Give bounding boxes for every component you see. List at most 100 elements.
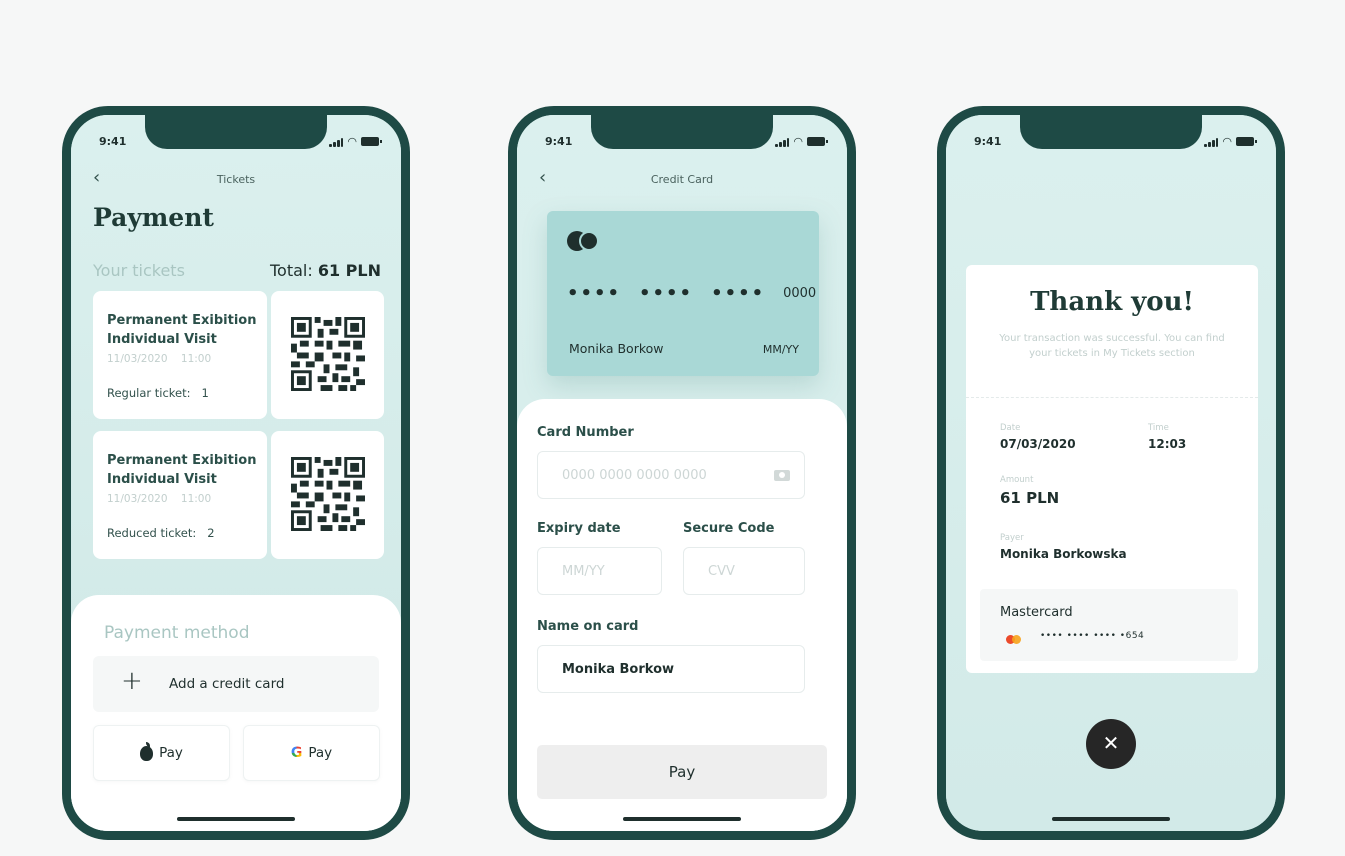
name-on-card-input[interactable] — [538, 646, 804, 692]
date-label: Date — [1000, 423, 1021, 433]
payment-method-box: Mastercard •••• •••• •••• •654 — [980, 589, 1238, 661]
add-credit-card-button[interactable]: + Add a credit card — [93, 656, 379, 712]
wifi-icon: ◠ — [347, 135, 357, 148]
ticket-card[interactable]: Permanent Exibition Individual Visit 11/… — [93, 291, 384, 419]
ticket-main: Permanent Exibition Individual Visit 11/… — [93, 291, 267, 419]
name-field-wrap — [537, 645, 805, 693]
google-pay-label: Pay — [308, 745, 333, 761]
payer-label: Payer — [1000, 533, 1024, 543]
signal-icon — [775, 137, 790, 147]
card-dots: •••• — [711, 283, 766, 304]
your-tickets-label: Your tickets — [93, 261, 185, 280]
battery-icon — [807, 137, 828, 146]
thank-you-title: Thank you! — [1030, 287, 1194, 317]
card-dots: •••• — [639, 283, 694, 304]
credit-card-preview: •••• •••• •••• 0000 Monika Borkow MM/YY — [547, 211, 819, 376]
ticket-date: 11/03/2020 — [107, 353, 168, 365]
phone-payment: 9:41 ◠ ‹ Tickets Payment Your tickets To… — [62, 106, 410, 840]
card-dots: •••• — [567, 283, 622, 304]
plus-icon: + — [121, 666, 143, 696]
battery-icon — [1236, 137, 1257, 146]
notch — [591, 115, 773, 149]
success-message: Your transaction was successful. You can… — [999, 333, 1225, 359]
pay-button[interactable]: Pay — [537, 745, 827, 799]
cvv-input[interactable] — [684, 548, 804, 594]
confirmation-screen: 9:41 ◠ Thank you! Your transaction was s… — [946, 115, 1276, 831]
status-icons: ◠ — [775, 135, 828, 148]
notch — [1020, 115, 1202, 149]
notch — [145, 115, 327, 149]
home-indicator — [1052, 817, 1170, 821]
battery-icon — [361, 137, 382, 146]
amount-label: Amount — [1000, 475, 1034, 485]
masked-card-number: •••• •••• •••• •654 — [1040, 631, 1145, 641]
status-time: 9:41 — [99, 135, 127, 148]
phone-credit-card: 9:41 ◠ ‹ Credit Card •••• •••• •••• 0000… — [508, 106, 856, 840]
home-indicator — [177, 817, 295, 821]
qr-code-icon — [291, 457, 365, 531]
ticket-stub — [271, 431, 384, 559]
name-on-card-label: Name on card — [537, 619, 639, 634]
ticket-main: Permanent Exibition Individual Visit 11/… — [93, 431, 267, 559]
status-icons: ◠ — [329, 135, 382, 148]
home-indicator — [623, 817, 741, 821]
card-number-field-wrap — [537, 451, 805, 499]
payment-screen: 9:41 ◠ ‹ Tickets Payment Your tickets To… — [71, 115, 401, 831]
google-icon: G — [290, 745, 303, 761]
total-value: 61 PLN — [317, 261, 381, 280]
secure-code-label: Secure Code — [683, 521, 775, 536]
ticket-date: 11/03/2020 — [107, 493, 168, 505]
status-icons: ◠ — [1204, 135, 1257, 148]
card-number-label: Card Number — [537, 425, 634, 440]
expiry-field-wrap — [537, 547, 662, 595]
time-value: 12:03 — [1148, 437, 1187, 451]
ticket-time: 11:00 — [180, 353, 212, 365]
ticket-type: Regular ticket: 1 — [107, 386, 209, 400]
camera-icon[interactable] — [774, 470, 790, 481]
total-amount: Total: 61 PLN — [270, 261, 381, 280]
close-icon: ✕ — [1102, 733, 1120, 755]
signal-icon — [329, 137, 344, 147]
ticket-card[interactable]: Permanent Exibition Individual Visit 11/… — [93, 431, 384, 559]
method-name: Mastercard — [1000, 605, 1073, 620]
page-title: Payment — [93, 203, 214, 232]
receipt-card: Thank you! Your transaction was successf… — [966, 265, 1258, 673]
date-value: 07/03/2020 — [1000, 437, 1076, 451]
total-prefix: Total: — [270, 261, 318, 280]
time-label: Time — [1148, 423, 1169, 433]
mastercard-icon — [1006, 635, 1022, 645]
payment-method-sheet: Payment method + Add a credit card Pay G… — [71, 595, 401, 831]
nav-title: Credit Card — [650, 173, 714, 186]
mastercard-icon — [567, 231, 603, 253]
ticket-type: Reduced ticket: 2 — [107, 526, 215, 540]
status-time: 9:41 — [974, 135, 1002, 148]
apple-pay-label: Pay — [159, 745, 183, 761]
expiry-date-label: Expiry date — [537, 521, 621, 536]
wifi-icon: ◠ — [793, 135, 803, 148]
apple-pay-button[interactable]: Pay — [93, 725, 230, 781]
google-pay-button[interactable]: G Pay — [243, 725, 380, 781]
ticket-type-label: Reduced ticket: — [107, 526, 197, 540]
status-time: 9:41 — [545, 135, 573, 148]
cvv-field-wrap — [683, 547, 805, 595]
card-number-input[interactable] — [538, 452, 804, 498]
expiry-input[interactable] — [538, 548, 661, 594]
nav-title: Tickets — [216, 173, 256, 186]
ticket-stub — [271, 291, 384, 419]
credit-card-screen: 9:41 ◠ ‹ Credit Card •••• •••• •••• 0000… — [517, 115, 847, 831]
close-button[interactable]: ✕ — [1086, 719, 1136, 769]
ticket-datetime: 11/03/2020 11:00 — [107, 353, 211, 365]
signal-icon — [1204, 137, 1219, 147]
card-holder-name: Monika Borkow — [569, 341, 664, 356]
add-card-label: Add a credit card — [169, 676, 285, 692]
ticket-quantity: 1 — [201, 386, 209, 400]
apple-icon — [140, 741, 154, 761]
ticket-type-label: Regular ticket: — [107, 386, 191, 400]
wifi-icon: ◠ — [1222, 135, 1232, 148]
ticket-quantity: 2 — [207, 526, 215, 540]
payer-value: Monika Borkowska — [1000, 547, 1127, 561]
card-expiry: MM/YY — [762, 343, 799, 356]
ticket-datetime: 11/03/2020 11:00 — [107, 493, 211, 505]
divider — [966, 397, 1258, 398]
ticket-name: Permanent Exibition Individual Visit — [107, 453, 257, 487]
